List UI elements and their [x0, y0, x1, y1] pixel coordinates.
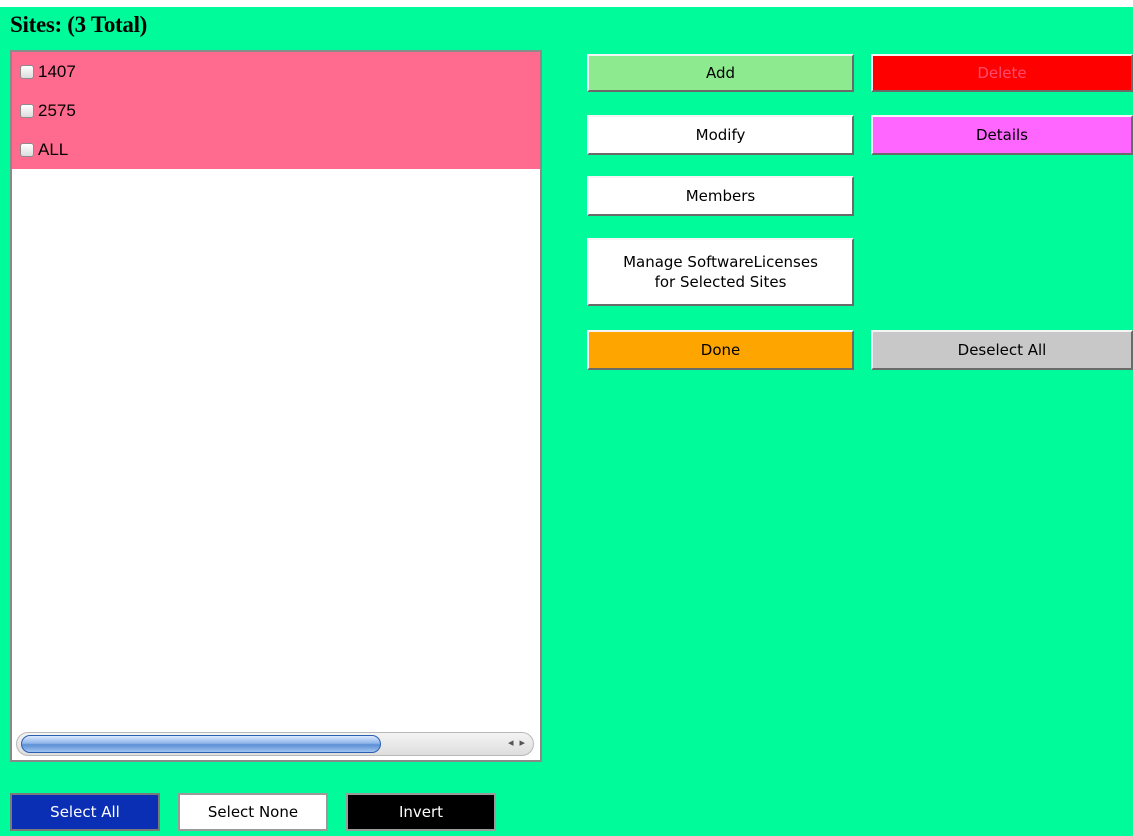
site-checkbox[interactable]	[20, 64, 34, 79]
delete-button[interactable]: Delete	[871, 54, 1133, 92]
top-strip	[0, 0, 1133, 7]
site-label: 2575	[38, 100, 76, 120]
add-button[interactable]: Add	[587, 54, 854, 92]
site-checkbox[interactable]	[20, 103, 34, 118]
scrollbar-thumb[interactable]	[21, 735, 381, 753]
list-item[interactable]: ALL	[12, 130, 540, 169]
site-label: ALL	[38, 139, 69, 159]
manage-licenses-button[interactable]: Manage SoftwareLicenses for Selected Sit…	[587, 238, 854, 306]
horizontal-scrollbar[interactable]: ◂ ▸	[16, 732, 534, 756]
scroll-arrows: ◂ ▸	[508, 736, 525, 749]
site-checkbox[interactable]	[20, 142, 34, 157]
list-item[interactable]: 2575	[12, 91, 540, 130]
members-button[interactable]: Members	[587, 176, 854, 216]
invert-button[interactable]: Invert	[346, 793, 496, 831]
list-item[interactable]: 1407	[12, 52, 540, 91]
scroll-left-icon[interactable]: ◂	[508, 736, 514, 749]
scroll-right-icon[interactable]: ▸	[519, 736, 525, 749]
sites-list-rows: 1407 2575 ALL	[12, 52, 540, 169]
modify-button[interactable]: Modify	[587, 115, 854, 155]
deselect-all-button[interactable]: Deselect All	[871, 330, 1133, 370]
done-button[interactable]: Done	[587, 330, 854, 370]
select-none-button[interactable]: Select None	[178, 793, 328, 831]
select-all-button[interactable]: Select All	[10, 793, 160, 831]
page-title: Sites: (3 Total)	[10, 12, 148, 37]
site-label: 1407	[38, 61, 76, 81]
sites-list[interactable]: 1407 2575 ALL ◂ ▸	[10, 50, 542, 762]
details-button[interactable]: Details	[871, 115, 1133, 155]
